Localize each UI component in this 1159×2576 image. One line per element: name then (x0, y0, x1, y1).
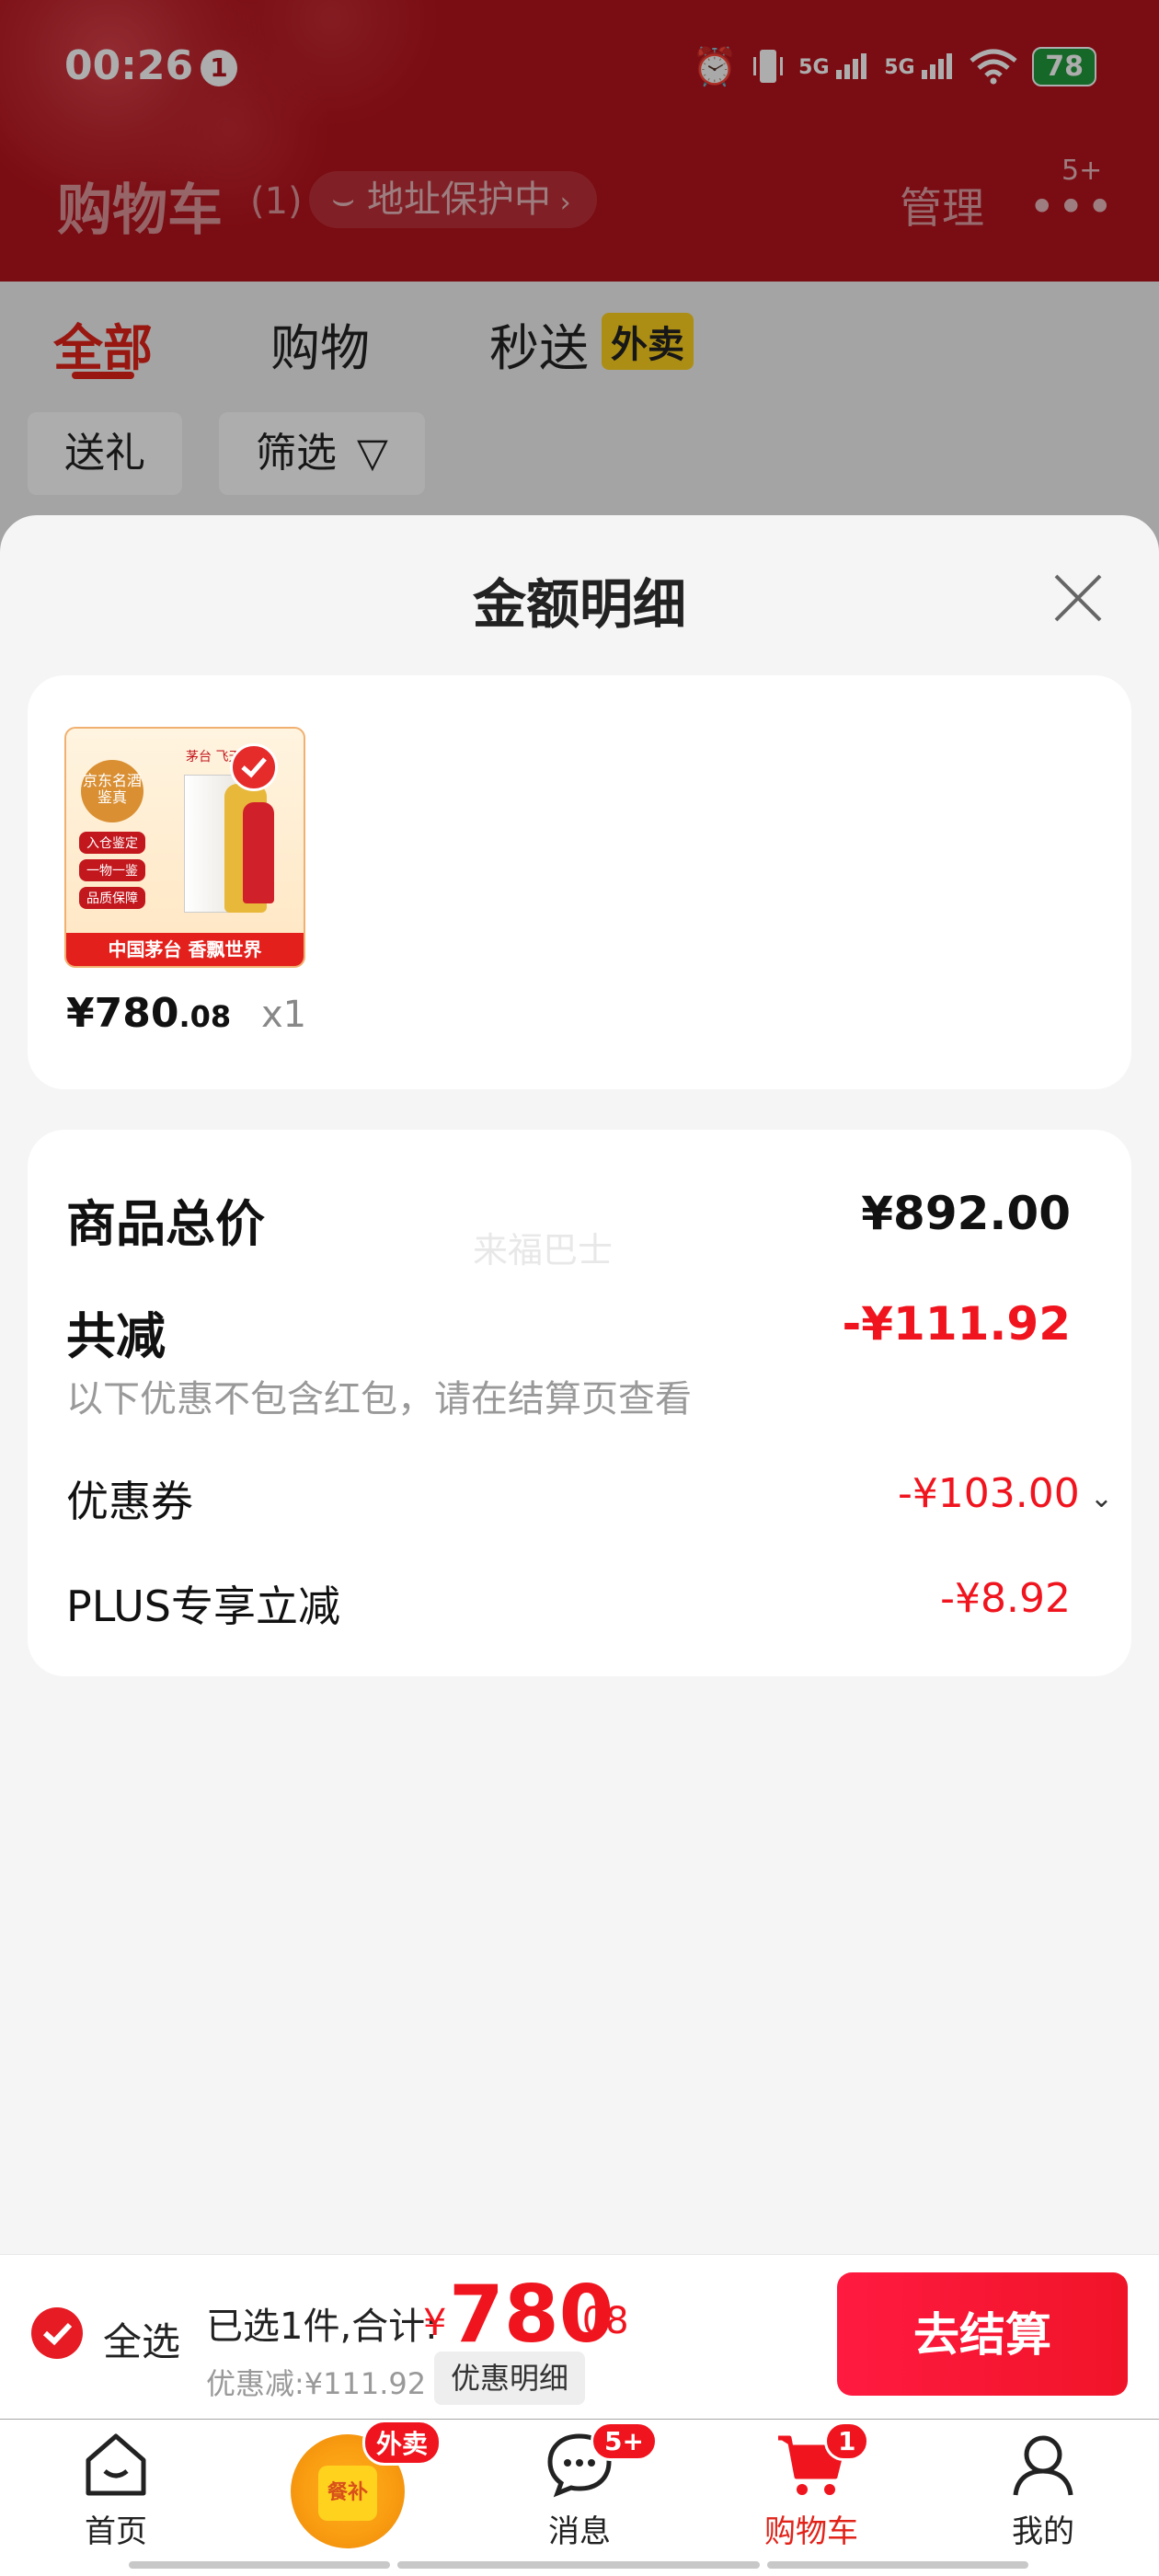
watermark-text: 来福巴士 (473, 1230, 614, 1271)
total-price-value: ¥892.00 (861, 1187, 1071, 1240)
selected-check-icon (230, 743, 278, 791)
discount-summary: 优惠减:¥111.92 (206, 2366, 427, 2401)
home-icon (86, 2433, 146, 2496)
image-tag-2: 一物一鉴 (79, 859, 145, 881)
price-integer: 780 (94, 990, 179, 1037)
checkout-button[interactable]: 去结算 (837, 2272, 1128, 2396)
nav-profile-label: 我的 (1012, 2513, 1074, 2550)
price-symbol: ¥ (66, 990, 95, 1037)
chevron-down-icon: ⌄ (1089, 1482, 1113, 1514)
total-reduction-value: -¥111.92 (842, 1297, 1072, 1351)
nav-home[interactable]: 首页 (42, 2429, 189, 2551)
messages-badge: 5+ (591, 2421, 658, 2461)
nav-messages-label: 消息 (548, 2513, 611, 2550)
meal-takeout-badge: 外卖 (362, 2420, 442, 2466)
price-decimal: .08 (178, 999, 232, 1034)
meal-allowance-text: 餐补 (318, 2466, 377, 2521)
product-quantity: x1 (261, 994, 307, 1036)
close-icon[interactable] (1049, 569, 1107, 627)
total-decimal: .08 (570, 2300, 629, 2342)
select-all-label[interactable]: 全选 (103, 2311, 180, 2367)
image-banner: 中国茅台 香飘世界 (66, 933, 304, 966)
selected-summary: 已选1件,合计: (206, 2306, 438, 2348)
discount-detail-button[interactable]: 优惠明细 (434, 2352, 586, 2405)
profile-icon (1013, 2435, 1073, 2496)
nav-cart-label: 购物车 (764, 2513, 858, 2550)
nav-profile[interactable]: 我的 (970, 2429, 1117, 2551)
total-reduction-label: 共减 (66, 1307, 166, 1365)
cart-badge: 1 (824, 2421, 870, 2461)
liquor-bottle-red (243, 802, 274, 903)
image-tag-3: 品质保障 (79, 887, 145, 909)
gesture-bar-segment (767, 2561, 1028, 2569)
image-tag-1: 入仓鉴定 (79, 832, 145, 854)
total-symbol: ¥ (423, 2302, 447, 2344)
plus-discount-label: PLUS专享立减 (66, 1581, 340, 1631)
coupon-value: -¥103.00 (897, 1470, 1080, 1517)
sheet-title: 金额明细 (472, 573, 686, 636)
product-price: ¥780.08 (66, 990, 231, 1037)
coupon-row-toggle[interactable]: -¥103.00 ⌄ (898, 1470, 1113, 1517)
gesture-bar-segment (129, 2561, 390, 2569)
authentic-badge: 京东名酒鉴真 (81, 760, 143, 822)
coupon-label: 优惠券 (66, 1477, 193, 1526)
reduction-note: 以下优惠不包含红包，请在结算页查看 (66, 1378, 692, 1420)
product-image[interactable]: 京东名酒鉴真 入仓鉴定 一物一鉴 品质保障 茅台 飞天 中国茅台 香飘世界 (64, 727, 305, 968)
gesture-bar-segment (397, 2561, 760, 2569)
select-all-checkbox[interactable] (31, 2307, 83, 2359)
nav-home-label: 首页 (85, 2513, 147, 2550)
total-price-label: 商品总价 (66, 1195, 265, 1253)
plus-discount-value: -¥8.92 (940, 1575, 1071, 1622)
